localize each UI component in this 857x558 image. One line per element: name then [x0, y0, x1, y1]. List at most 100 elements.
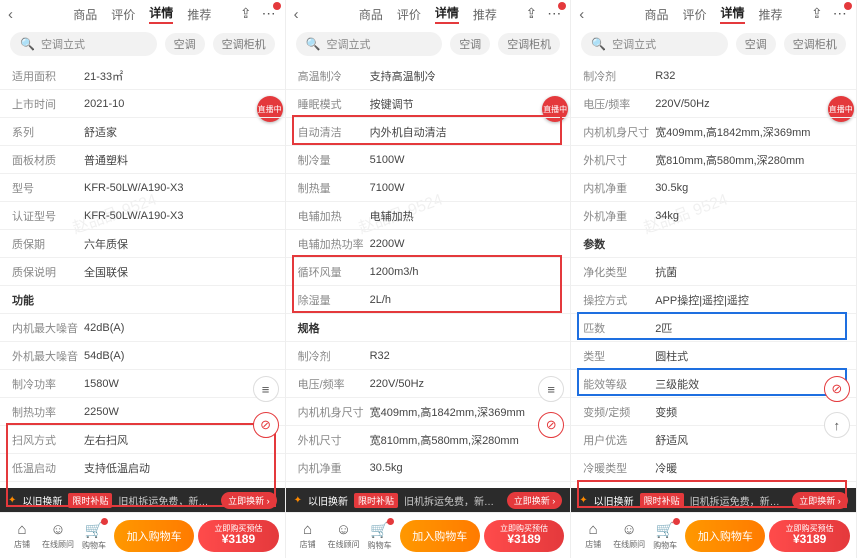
bottom-nav-label: 购物车	[653, 540, 677, 551]
spec-row: 高温制冷支持高温制冷	[286, 62, 571, 90]
spec-key: 高温制冷	[298, 68, 370, 84]
search-input[interactable]: 🔍空调立式	[296, 32, 443, 56]
nav-tab[interactable]: 详情	[435, 4, 459, 24]
back-to-top-icon[interactable]: ↑	[824, 412, 850, 438]
back-icon[interactable]: ‹	[294, 6, 299, 23]
filter-icon[interactable]: ≡	[253, 376, 279, 402]
nav-tab[interactable]: 详情	[720, 4, 744, 24]
exchange-tag: 限时补贴	[68, 493, 112, 508]
exchange-bar[interactable]: ✦以旧换新限时补贴旧机拆运免费，新机补贴立减！立即换新 ›	[0, 488, 285, 512]
bottom-nav-label: 在线顾问	[42, 539, 74, 550]
search-chip[interactable]: 空调	[736, 33, 776, 55]
filter-icon[interactable]: ≡	[538, 376, 564, 402]
search-chip[interactable]: 空调柜机	[498, 33, 560, 55]
search-row: 🔍空调立式空调空调柜机	[571, 28, 856, 62]
share-icon[interactable]: ⇪	[240, 5, 252, 22]
spec-value: 宽409mm,高1842mm,深369mm	[370, 404, 559, 420]
buy-now-button[interactable]: 立即购买预估¥3189	[769, 520, 849, 552]
spec-key: 电辅加热功率	[298, 236, 370, 252]
spec-row: 变频/定频变频	[571, 398, 856, 426]
add-to-cart-button[interactable]: 加入购物车	[685, 520, 765, 552]
nav-tab[interactable]: 推荐	[187, 6, 211, 23]
back-icon[interactable]: ‹	[579, 6, 584, 23]
exchange-go-button[interactable]: 立即换新 ›	[792, 492, 848, 509]
bottom-nav-item[interactable]: ☺在线顾问	[613, 521, 645, 550]
bottom-nav-item[interactable]: 🛒购物车	[78, 521, 110, 551]
spec-list: 适用面积21-33㎡上市时间2021-10系列舒适家面板材质普通塑料型号KFR-…	[0, 62, 285, 488]
search-input[interactable]: 🔍空调立式	[581, 32, 728, 56]
exchange-tag: 限时补贴	[354, 493, 398, 508]
exchange-desc: 旧机拆运免费，新机补贴立减！	[404, 493, 501, 508]
spec-row: 电辅加热电辅加热	[286, 202, 571, 230]
nav-tab[interactable]: 商品	[359, 6, 383, 23]
spec-row: 类型圆柱式	[571, 342, 856, 370]
nav-tab[interactable]: 推荐	[759, 6, 783, 23]
bottom-nav-item[interactable]: ⌂店铺	[6, 521, 38, 550]
nav-tab[interactable]: 推荐	[473, 6, 497, 23]
spec-row: 面板材质普通塑料	[0, 146, 285, 174]
search-chip[interactable]: 空调	[450, 33, 490, 55]
nav-tab[interactable]: 商品	[73, 6, 97, 23]
spec-key: 制冷剂	[298, 348, 370, 364]
bottom-nav-label: 购物车	[368, 540, 392, 551]
exchange-bar[interactable]: ✦以旧换新限时补贴旧机拆运免费，新机补贴立减！立即换新 ›	[571, 488, 856, 512]
nav-tab[interactable]: 商品	[644, 6, 668, 23]
spec-row: 制冷剂R32	[571, 62, 856, 90]
nav-tab[interactable]: 评价	[682, 6, 706, 23]
spec-value: 30.5kg	[655, 182, 844, 194]
buy-now-button[interactable]: 立即购买预估¥3189	[484, 520, 564, 552]
search-chip[interactable]: 空调柜机	[213, 33, 275, 55]
spec-row: 内机净重30.5kg	[286, 454, 571, 482]
nav-tab[interactable]: 评价	[111, 6, 135, 23]
spec-key: 除湿量	[298, 292, 370, 308]
share-icon[interactable]: ⇪	[811, 5, 823, 22]
spec-value: 1200m3/h	[370, 266, 559, 278]
top-nav: ‹商品评价详情推荐⇪⋯	[0, 0, 285, 28]
nav-tab[interactable]: 详情	[149, 4, 173, 24]
spec-value: 21-33㎡	[84, 68, 273, 84]
screen-1: ‹商品评价详情推荐⇪⋯🔍空调立式空调空调柜机直播中赵品品 9524适用面积21-…	[0, 0, 286, 558]
back-icon[interactable]: ‹	[8, 6, 13, 23]
bottom-nav-item[interactable]: 🛒购物车	[364, 521, 396, 551]
bottom-nav-item[interactable]: ☺在线顾问	[42, 521, 74, 550]
spec-value: 支持低温启动	[84, 460, 273, 476]
spec-key: 质保说明	[12, 264, 84, 280]
exchange-go-button[interactable]: 立即换新 ›	[507, 492, 563, 509]
exchange-title: 以旧换新	[594, 493, 634, 508]
spec-key: 外机净重	[298, 488, 370, 489]
spec-value: 左右扫风	[84, 432, 273, 448]
bottom-nav-label: 店铺	[14, 539, 30, 550]
bottom-nav-item[interactable]: ⌂店铺	[577, 521, 609, 550]
exchange-bar[interactable]: ✦以旧换新限时补贴旧机拆运免费，新机补贴立减！立即换新 ›	[286, 488, 571, 512]
add-to-cart-button[interactable]: 加入购物车	[114, 520, 194, 552]
spec-key: 电辅加热	[298, 208, 370, 224]
exchange-go-button[interactable]: 立即换新 ›	[221, 492, 277, 509]
spec-key: 制热量	[298, 180, 370, 196]
spec-key: 面板材质	[12, 152, 84, 168]
spec-row: 低温启动支持低温启动	[0, 454, 285, 482]
spec-key: 质保期	[12, 236, 84, 252]
bottom-nav-item[interactable]: ☺在线顾问	[328, 521, 360, 550]
add-to-cart-button[interactable]: 加入购物车	[400, 520, 480, 552]
bottom-nav-item[interactable]: ⌂店铺	[292, 521, 324, 550]
cart-dot	[673, 518, 680, 525]
block-icon[interactable]: ⊘	[253, 412, 279, 438]
search-chip[interactable]: 空调	[165, 33, 205, 55]
search-row: 🔍空调立式空调空调柜机	[286, 28, 571, 62]
spec-key: 睡眠模式	[298, 96, 370, 112]
search-input[interactable]: 🔍空调立式	[10, 32, 157, 56]
block-icon[interactable]: ⊘	[824, 376, 850, 402]
bottom-nav-item[interactable]: 🛒购物车	[649, 521, 681, 551]
buy-now-button[interactable]: 立即购买预估¥3189	[198, 520, 278, 552]
spec-key: 适用面积	[12, 68, 84, 84]
block-icon[interactable]: ⊘	[538, 412, 564, 438]
share-icon[interactable]: ⇪	[525, 5, 537, 22]
nav-tab[interactable]: 评价	[397, 6, 421, 23]
buy-price: ¥3189	[222, 533, 255, 546]
spec-row: 型号KFR-50LW/A190-X3	[0, 174, 285, 202]
spec-key: 制冷剂	[583, 68, 655, 84]
search-row: 🔍空调立式空调空调柜机	[0, 28, 285, 62]
search-icon: 🔍	[306, 37, 321, 51]
search-chip[interactable]: 空调柜机	[784, 33, 846, 55]
spec-row: 功能独立除湿,智能调节,自清洁	[571, 482, 856, 488]
